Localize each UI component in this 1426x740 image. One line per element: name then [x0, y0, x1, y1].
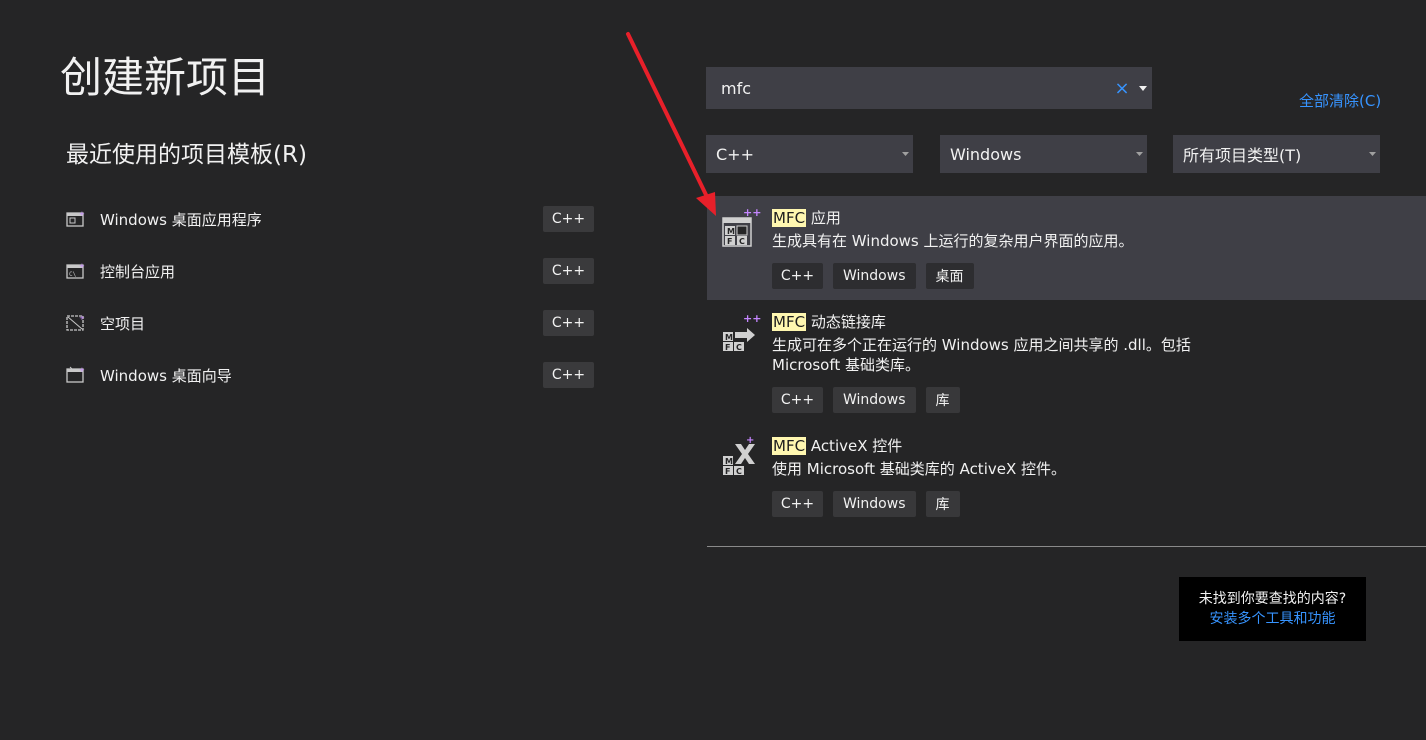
recent-item-windows-desktop-app[interactable]: + Windows 桌面应用程序 C++ — [66, 204, 594, 234]
svg-text:F: F — [725, 467, 730, 476]
result-description: 使用 Microsoft 基础类库的 ActiveX 控件。 — [772, 460, 1067, 478]
chevron-down-icon — [1364, 152, 1380, 156]
result-title-text: 动态链接库 — [806, 313, 886, 331]
empty-project-icon: + — [66, 312, 88, 334]
tag: Windows — [833, 263, 916, 289]
language-filter[interactable]: C++ — [706, 135, 913, 173]
recent-item-windows-desktop-wizard[interactable]: + Windows 桌面向导 C++ — [66, 360, 594, 390]
result-description-line: 生成可在多个正在运行的 Windows 应用之间共享的 .dll。包括 — [772, 336, 1191, 354]
recent-item-label: Windows 桌面向导 — [100, 366, 232, 385]
result-title: MFC ActiveX 控件 — [772, 435, 902, 456]
result-mfc-activex[interactable]: M F C + MFC ActiveX 控件 使用 Microsoft 基础类库… — [707, 428, 1426, 522]
mfc-activex-icon: M F C + — [721, 434, 761, 480]
tag: C++ — [772, 491, 823, 517]
tag: C++ — [772, 387, 823, 413]
svg-text:+: + — [79, 262, 85, 270]
tag: C++ — [772, 263, 823, 289]
platform-filter-value: Windows — [950, 144, 1022, 164]
recent-item-console-app[interactable]: C\ + 控制台应用 C++ — [66, 256, 594, 286]
project-type-filter-value: 所有项目类型(T) — [1183, 146, 1302, 165]
svg-text:C: C — [736, 343, 742, 352]
recent-templates-title: 最近使用的项目模板(R) — [66, 142, 307, 168]
svg-text:+: + — [79, 210, 85, 218]
search-highlight: MFC — [772, 437, 807, 455]
svg-text:++: ++ — [743, 312, 761, 325]
tag: 库 — [925, 387, 960, 413]
tag: 桌面 — [925, 263, 974, 289]
svg-text:C: C — [739, 237, 745, 246]
result-mfc-app[interactable]: M F C ++ MFC 应用 生成具有在 Windows 上运行的复杂用户界面… — [707, 196, 1426, 300]
svg-text:C: C — [736, 467, 742, 476]
result-title: MFC 动态链接库 — [772, 311, 886, 332]
language-tag: C++ — [543, 258, 594, 284]
recent-item-label: Windows 桌面应用程序 — [100, 210, 262, 229]
project-type-filter[interactable]: 所有项目类型(T) — [1173, 135, 1380, 173]
annotation-arrow-icon — [626, 32, 716, 216]
chevron-down-icon — [897, 152, 913, 156]
search-history-dropdown-icon[interactable] — [1134, 85, 1152, 91]
language-filter-value: C++ — [716, 144, 754, 164]
chevron-down-icon — [1131, 152, 1147, 156]
svg-text:++: ++ — [743, 206, 761, 219]
not-found-question: 未找到你要查找的内容? — [1198, 591, 1347, 607]
not-found-panel: 未找到你要查找的内容? 安装多个工具和功能 — [1179, 577, 1366, 641]
tag: 库 — [925, 491, 960, 517]
page-title: 创建新项目 — [60, 53, 271, 102]
svg-text:F: F — [727, 237, 732, 246]
language-tag: C++ — [543, 310, 594, 336]
svg-text:M: M — [725, 457, 733, 466]
search-highlight: MFC — [772, 209, 807, 227]
result-tags: C++ Windows 库 — [772, 491, 960, 517]
recent-item-empty-project[interactable]: + 空项目 C++ — [66, 308, 594, 338]
result-description: 生成可在多个正在运行的 Windows 应用之间共享的 .dll。包括 Micr… — [772, 335, 1212, 375]
svg-text:+: + — [79, 314, 85, 322]
windows-desktop-wizard-icon: + — [66, 364, 88, 386]
search-box: × — [706, 66, 1152, 110]
language-tag: C++ — [543, 362, 594, 388]
svg-text:M: M — [725, 333, 733, 342]
language-tag: C++ — [543, 206, 594, 232]
svg-text:F: F — [725, 343, 730, 352]
result-tags: C++ Windows 桌面 — [772, 263, 974, 289]
result-title-text: 应用 — [806, 209, 841, 227]
windows-desktop-app-icon: + — [66, 208, 88, 230]
mfc-dll-icon: M F C ++ — [721, 310, 761, 356]
result-title-text: ActiveX 控件 — [806, 437, 903, 455]
result-description-line: Microsoft 基础类库。 — [772, 356, 921, 374]
tag: Windows — [833, 491, 916, 517]
platform-filter[interactable]: Windows — [940, 135, 1147, 173]
result-mfc-dll[interactable]: M F C ++ MFC 动态链接库 生成可在多个正在运行的 Windows 应… — [707, 304, 1426, 416]
tag: Windows — [833, 387, 916, 413]
svg-text:+: + — [746, 435, 754, 446]
search-input[interactable] — [706, 66, 1112, 110]
clear-search-icon[interactable]: × — [1112, 78, 1132, 99]
console-app-icon: C\ + — [66, 260, 88, 282]
svg-text:M: M — [727, 227, 735, 236]
recent-item-label: 空项目 — [100, 314, 146, 333]
recent-item-label: 控制台应用 — [100, 262, 176, 281]
search-highlight: MFC — [772, 313, 807, 331]
results-divider — [707, 546, 1426, 547]
result-description: 生成具有在 Windows 上运行的复杂用户界面的应用。 — [772, 232, 1134, 250]
svg-text:+: + — [79, 366, 85, 374]
result-tags: C++ Windows 库 — [772, 387, 960, 413]
result-title: MFC 应用 — [772, 207, 841, 228]
svg-text:C\: C\ — [69, 271, 77, 278]
clear-all-link[interactable]: 全部清除(C) — [1299, 90, 1381, 111]
install-tools-link[interactable]: 安装多个工具和功能 — [1210, 609, 1336, 629]
